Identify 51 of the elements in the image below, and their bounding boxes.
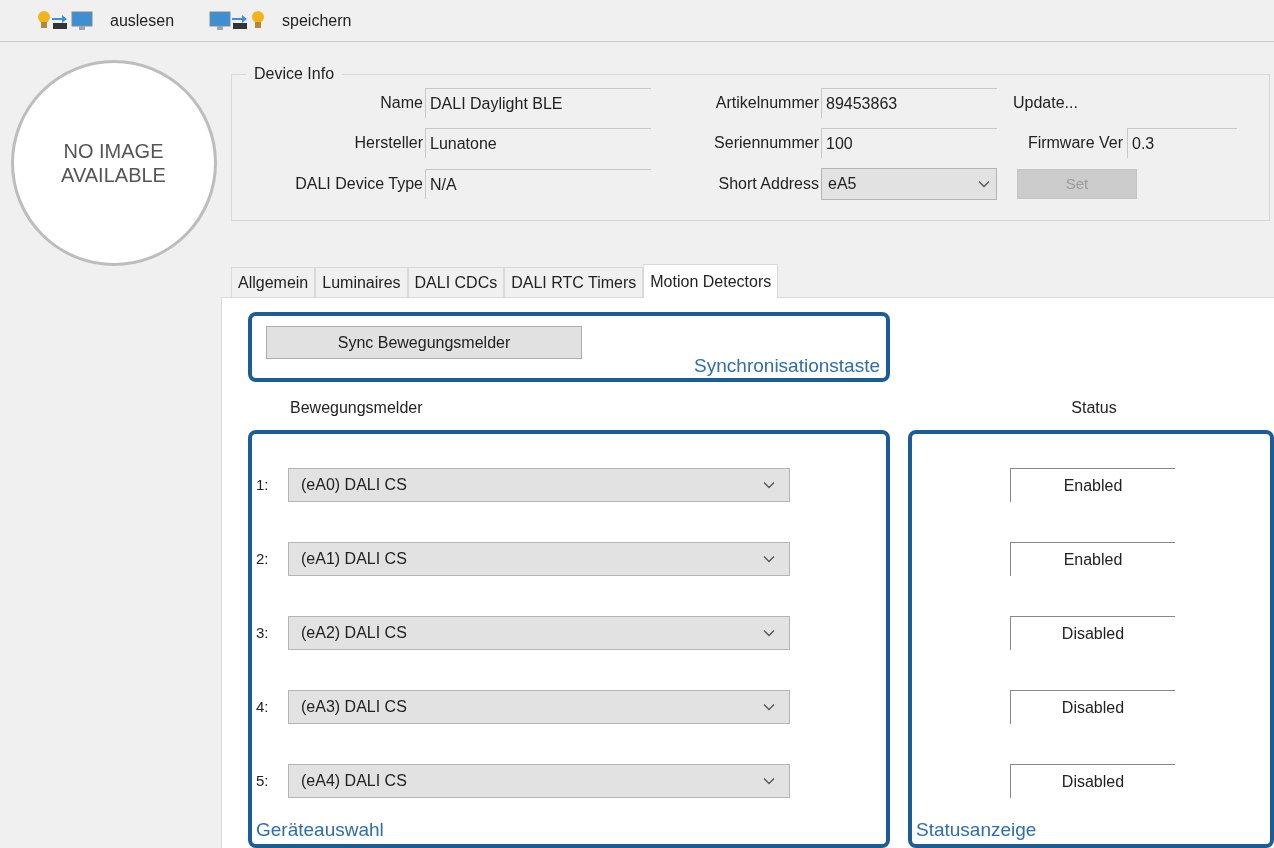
field-label: Short Address	[717, 174, 820, 194]
column-header: Status	[1070, 398, 1118, 418]
read-button[interactable]: auslesen	[34, 4, 177, 37]
article-number-field[interactable]: 89453863	[821, 88, 997, 118]
tab[interactable]: DALI CDCs	[407, 267, 505, 297]
status-field: Enabled	[1010, 468, 1175, 502]
device-type-field[interactable]: N/A	[425, 169, 651, 199]
tab[interactable]: Motion Detectors	[643, 264, 779, 298]
name-field[interactable]: DALI Daylight BLE	[425, 88, 651, 118]
status-field: Disabled	[1010, 764, 1175, 798]
row-number: 4:	[256, 696, 270, 717]
field-label: DALI Device Type	[294, 174, 424, 194]
status-field: Disabled	[1010, 616, 1175, 650]
manufacturer-field[interactable]: Lunatone	[425, 128, 651, 158]
field-label: Hersteller	[353, 133, 424, 153]
device-dropdown[interactable]: (eA4) DALI CS	[288, 764, 790, 798]
annotation-label: Synchronisationstaste	[694, 354, 880, 378]
field-label: Firmware Ver	[1026, 133, 1124, 153]
update-link[interactable]: Update...	[997, 91, 1127, 115]
field-label: Artikelnummer	[714, 93, 820, 113]
chevron-down-icon	[763, 777, 775, 785]
status-field: Enabled	[1010, 542, 1175, 576]
save-button[interactable]: speichern	[206, 4, 354, 37]
chevron-down-icon	[763, 481, 775, 489]
serial-number-field[interactable]: 100	[821, 128, 997, 158]
device-dropdown[interactable]: (eA1) DALI CS	[288, 542, 790, 576]
sync-button[interactable]: Sync Bewegungsmelder	[266, 326, 582, 359]
tab[interactable]: Allgemein	[231, 267, 316, 297]
chevron-down-icon	[978, 180, 990, 188]
short-address-dropdown[interactable]: eA5	[821, 168, 997, 200]
row-number: 1:	[256, 474, 270, 495]
row-number: 2:	[256, 548, 270, 569]
firmware-field[interactable]: 0.3	[1127, 128, 1237, 158]
placeholder-text: NO IMAGE AVAILABLE	[60, 139, 167, 187]
chevron-down-icon	[763, 555, 775, 563]
device-dropdown[interactable]: (eA3) DALI CS	[288, 690, 790, 724]
tab[interactable]: DALI RTC Timers	[504, 267, 644, 297]
device-dropdown[interactable]: (eA2) DALI CS	[288, 616, 790, 650]
status-field: Disabled	[1010, 690, 1175, 724]
column-header: Bewegungsmelder	[289, 398, 424, 418]
field-label: Name	[379, 93, 424, 113]
chevron-down-icon	[763, 629, 775, 637]
device-dropdown[interactable]: (eA0) DALI CS	[288, 468, 790, 502]
annotation-label: Statusanzeige	[916, 818, 1038, 842]
group-title: Device Info	[253, 64, 336, 84]
annotation-label: Geräteauswahl	[256, 818, 385, 842]
tab[interactable]: Luminaires	[315, 267, 408, 297]
field-label: Seriennummer	[713, 133, 820, 153]
row-number: 3:	[256, 622, 270, 643]
row-number: 5:	[256, 770, 270, 791]
chevron-down-icon	[763, 703, 775, 711]
